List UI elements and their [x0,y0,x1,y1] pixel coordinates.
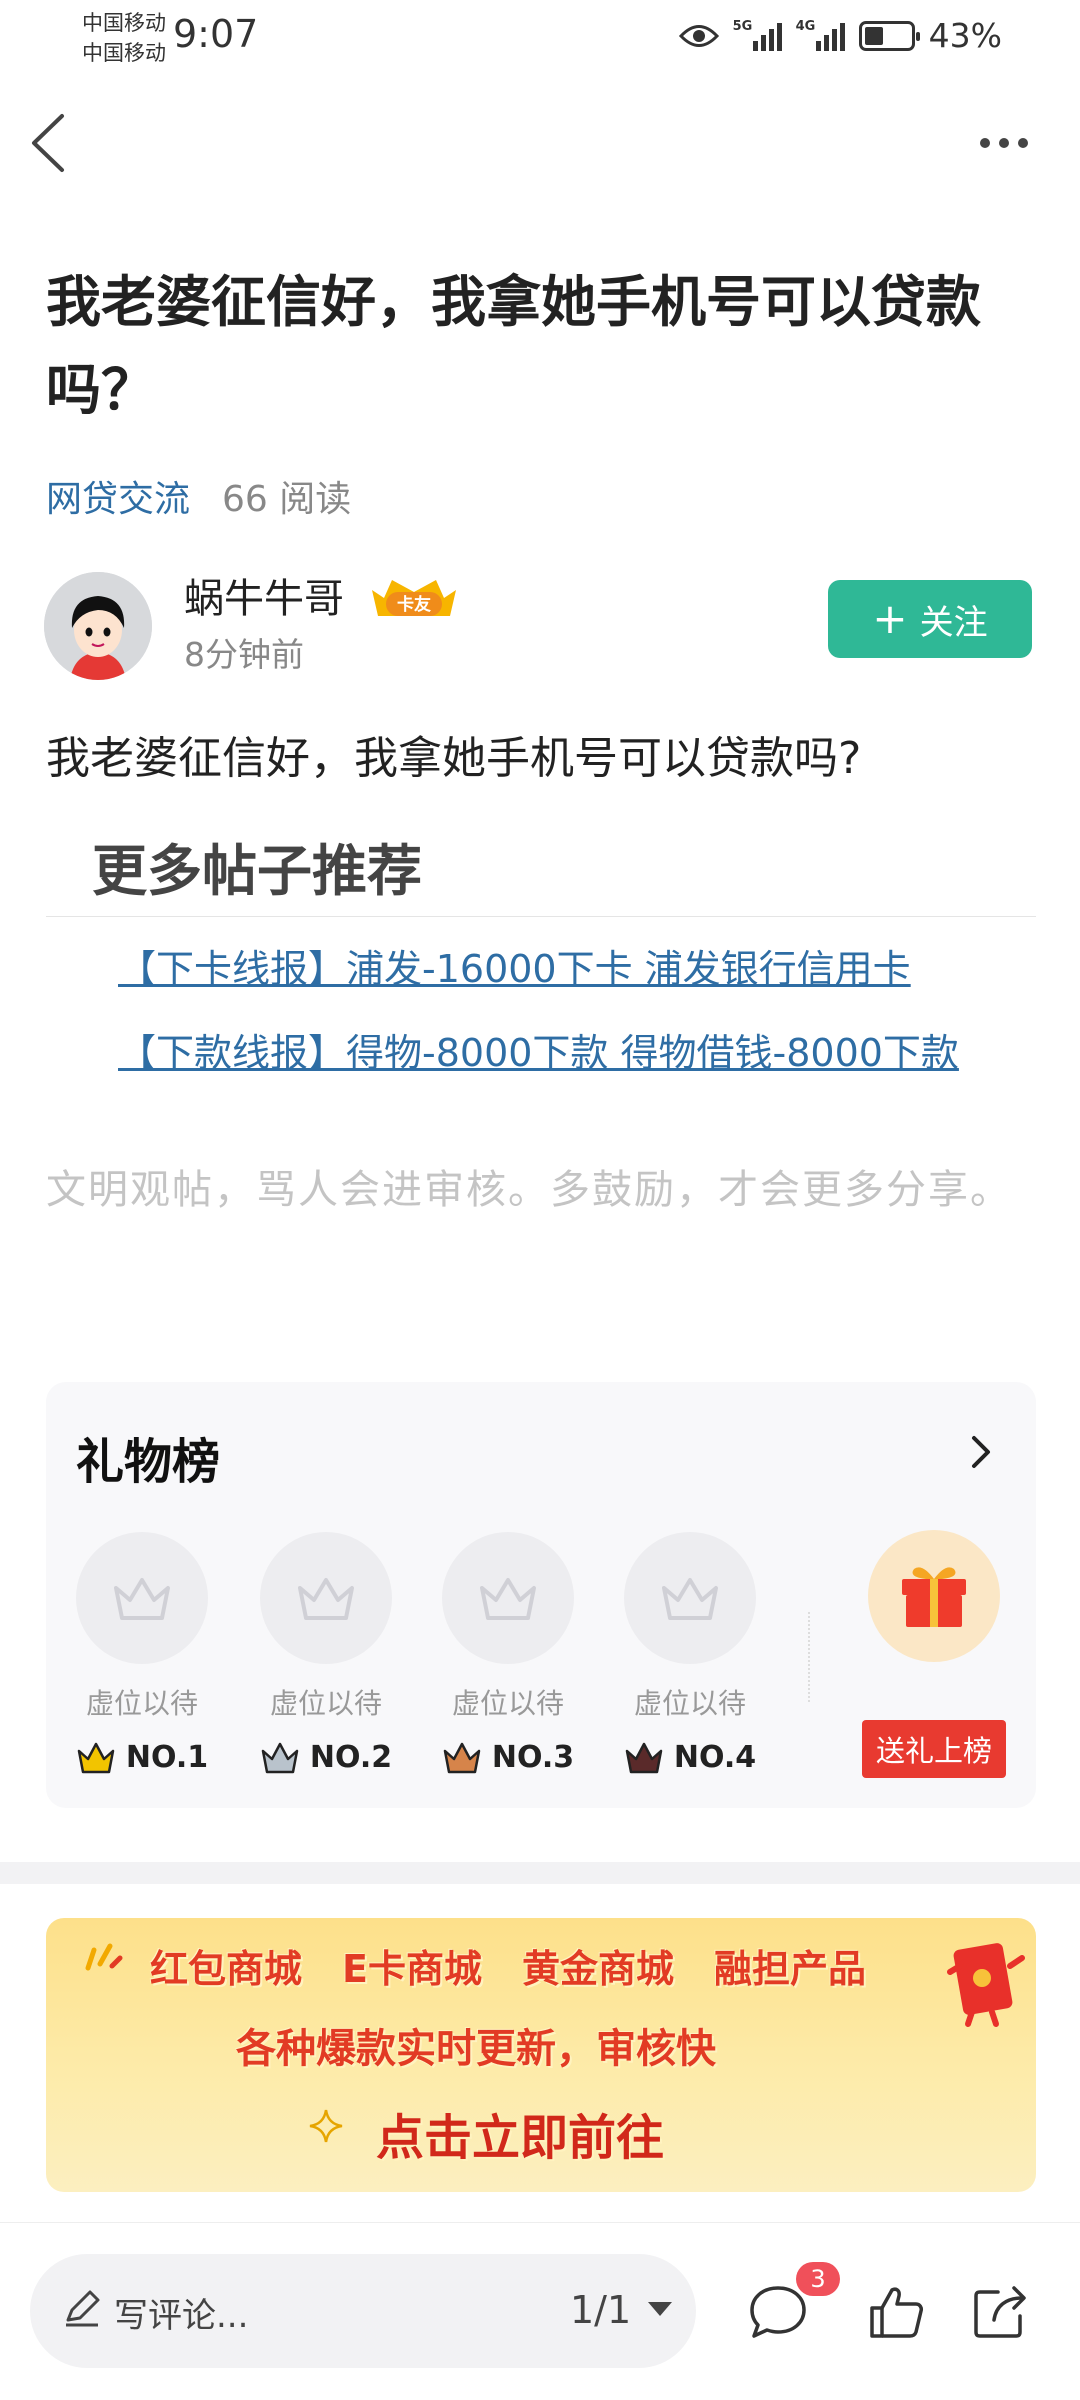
slot-label: 虚位以待 [633,1687,746,1720]
carrier-info: 中国移动 中国移动 [82,8,166,68]
banner-tagline: 各种爆款实时更新，审核快 [236,2026,716,2072]
battery-icon [858,20,920,51]
read-count: 66 阅读 [222,479,352,520]
chevron-left-icon [32,114,64,172]
civility-notice: 文明观帖，骂人会进审核。多鼓励，才会更多分享。 [46,1167,1012,1213]
post-title: 我老婆征信好，我拿她手机号可以贷款吗？ [46,270,982,422]
follow-label: 关注 [919,602,988,643]
gift-rank-slot[interactable]: 虚位以待 NO.4 [620,1532,760,1775]
plus-icon: + [872,594,908,643]
like-button[interactable] [864,2280,928,2344]
gift-icon [902,1567,966,1627]
gift-rank-slot[interactable]: 虚位以待 NO.1 [72,1532,212,1775]
pen-icon [66,2290,100,2327]
signal-4g-icon: 4G [796,19,845,51]
share-button[interactable] [968,2280,1032,2344]
avatar-image [44,572,152,680]
clock: 9:07 [173,12,259,56]
avatar[interactable] [44,572,152,680]
recommend-link[interactable]: 【下卡线报】浦发-16000下卡 浦发银行信用卡 [118,938,998,993]
section-divider [0,1862,1080,1884]
empty-crown-icon [76,1532,208,1664]
gift-rank-slot[interactable]: 虚位以待 NO.2 [256,1532,396,1775]
category-link[interactable]: 网贷交流 [46,470,190,522]
gift-rank-slot[interactable]: 虚位以待 NO.3 [438,1532,578,1775]
banner-cta[interactable]: 点击立即前往 [376,2098,664,2168]
sparkle-icon [309,2109,343,2143]
promo-banner[interactable]: 红包商城 E卡商城 黄金商城 融担产品 各种爆款实时更新，审核快 点击立即前往 [46,1918,1036,2192]
caret-down-icon[interactable] [648,2302,672,2316]
rank-label: NO.4 [620,1740,760,1775]
comment-placeholder: 写评论... [114,2296,249,2336]
banner-item: E卡商城 [342,1947,482,1991]
back-button[interactable] [24,108,74,178]
gift-box-button[interactable] [868,1530,1000,1662]
gift-board-more-button[interactable] [966,1432,996,1472]
banner-item: 黄金商城 [521,1947,674,1991]
gift-board: 礼物榜 虚位以待 NO.1 虚位以待 NO.2 虚位以待 NO.3 虚位以待 N… [46,1382,1036,1808]
send-gift-button[interactable]: 送礼上榜 [862,1720,1006,1778]
signal-5g-icon: 5G [733,19,782,51]
slot-label: 虚位以待 [85,1687,198,1720]
rank-crown-icon [261,1742,299,1773]
comment-count-badge: 3 [796,2262,840,2296]
follow-button[interactable]: + 关注 [828,580,1032,658]
banner-categories: 红包商城 E卡商城 黄金商城 融担产品 [46,1938,1036,1993]
chevron-right-icon [972,1436,990,1468]
author-name[interactable]: 蜗牛牛哥 [184,566,344,624]
banner-item: 融担产品 [714,1947,867,1991]
badge-text: 卡友 [397,594,431,615]
gift-board-title: 礼物榜 [76,1434,221,1490]
empty-crown-icon [624,1532,756,1664]
rank-label: NO.1 [72,1740,212,1775]
banner-item: 红包商城 [150,1947,303,1991]
red-packet-icon [947,1943,1025,2027]
comment-input[interactable]: 写评论... 1/1 [30,2254,696,2368]
recommend-link[interactable]: 【下款线报】得物-8000下款 得物借钱-8000下款 [118,1022,998,1077]
more-options-button[interactable] [980,128,1040,158]
battery-percent: 43% [928,16,1002,55]
rank-crown-icon [77,1742,115,1773]
post-time: 8分钟前 [184,635,304,674]
thumbs-up-icon [870,2287,923,2338]
carrier-2: 中国移动 [82,41,166,65]
rank-crown-icon [443,1742,481,1773]
page-indicator[interactable]: 1/1 [570,2288,631,2332]
eye-icon [678,24,719,47]
empty-crown-icon [260,1532,392,1664]
empty-crown-icon [442,1532,574,1664]
divider [46,916,1036,917]
status-bar: 中国移动 中国移动 9:07 5G 4G 43% [0,0,1080,75]
rank-crown-icon [625,1742,663,1773]
crown-badge-icon: 卡友 [372,580,456,616]
carrier-1: 中国移动 [82,11,166,35]
share-icon [974,2286,1026,2338]
post-meta: 网贷交流 66 阅读 [46,470,351,522]
card-friend-badge: 卡友 [368,570,460,622]
slot-label: 虚位以待 [269,1687,382,1720]
post-body: 我老婆征信好，我拿她手机号可以贷款吗? [46,733,862,784]
status-icons: 5G 4G 43% [678,16,1002,55]
slot-label: 虚位以待 [451,1687,564,1720]
divider [808,1612,810,1702]
rank-label: NO.3 [438,1740,578,1775]
recommend-heading: 更多帖子推荐 [92,839,423,903]
divider [0,2222,1080,2223]
rank-label: NO.2 [256,1740,396,1775]
